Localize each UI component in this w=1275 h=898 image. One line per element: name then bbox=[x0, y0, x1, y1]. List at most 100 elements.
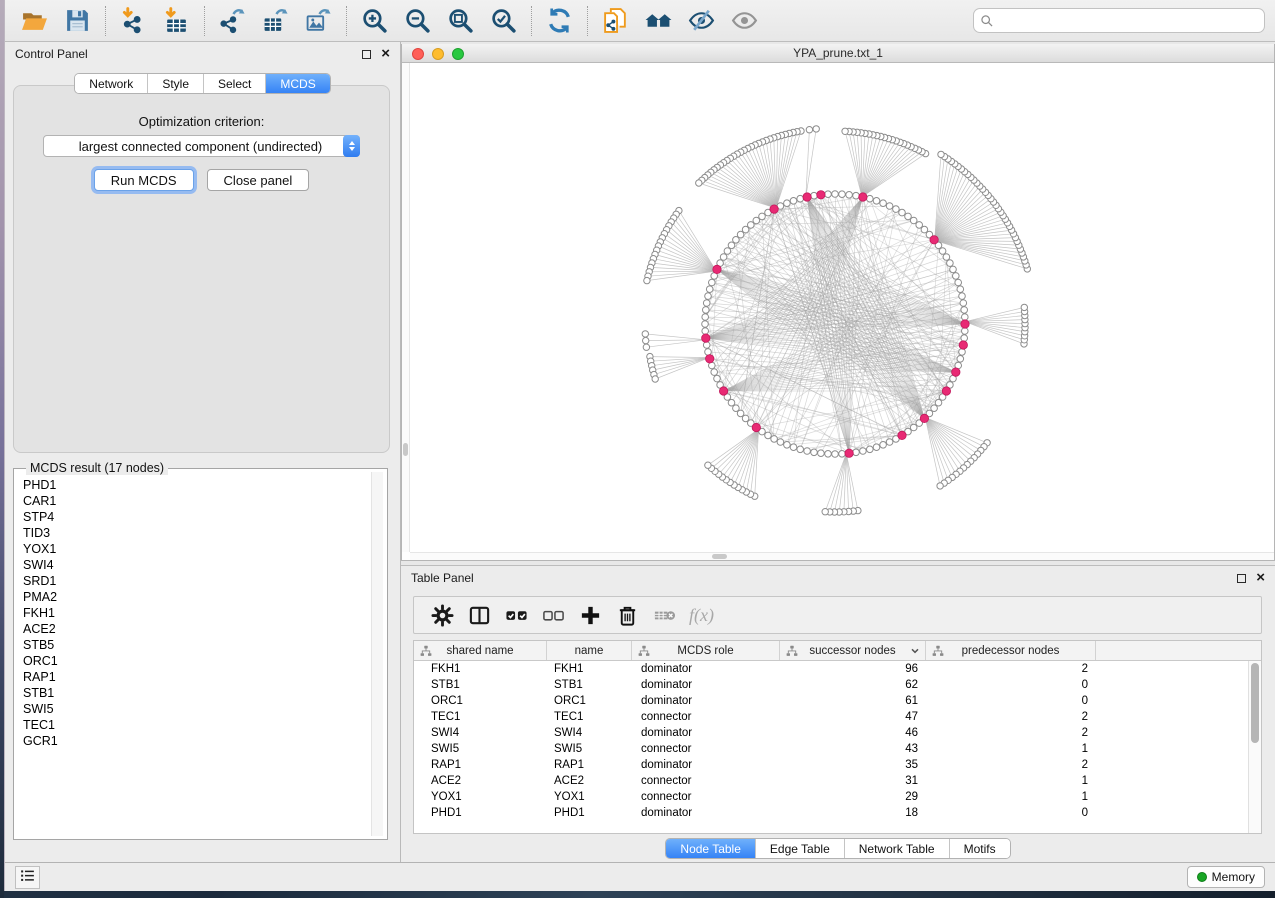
open-icon[interactable] bbox=[21, 7, 48, 34]
table-row[interactable]: ORC1ORC1dominator610 bbox=[414, 693, 1261, 709]
tab-network-table[interactable]: Network Table bbox=[845, 839, 950, 858]
table-row[interactable]: STB1STB1dominator620 bbox=[414, 677, 1261, 693]
mcds-result-list[interactable]: PHD1CAR1STP4TID3YOX1SWI4SRD1PMA2FKH1ACE2… bbox=[14, 469, 387, 749]
mcds-node-item[interactable]: CAR1 bbox=[23, 493, 387, 509]
mcds-node-item[interactable]: STB5 bbox=[23, 637, 387, 653]
export-table-icon[interactable] bbox=[262, 7, 289, 34]
close-table-panel-icon[interactable]: × bbox=[1256, 573, 1265, 583]
network-graph[interactable] bbox=[410, 63, 1268, 553]
column-header-MCDS-role[interactable]: MCDS role bbox=[632, 641, 780, 660]
run-mcds-button[interactable]: Run MCDS bbox=[94, 169, 194, 191]
mcds-node-item[interactable]: ORC1 bbox=[23, 653, 387, 669]
tab-mcds[interactable]: MCDS bbox=[266, 74, 329, 93]
import-network-icon[interactable] bbox=[120, 7, 147, 34]
mcds-result-box: MCDS result (17 nodes) PHD1CAR1STP4TID3Y… bbox=[13, 468, 388, 840]
tree-icon bbox=[932, 645, 944, 657]
toolbar-separator bbox=[346, 6, 347, 36]
memory-button[interactable]: Memory bbox=[1187, 866, 1265, 888]
mcds-node-item[interactable]: ACE2 bbox=[23, 621, 387, 637]
search-input[interactable] bbox=[998, 12, 1258, 30]
control-panel-tabs: NetworkStyleSelectMCDS bbox=[74, 73, 330, 94]
export-image-icon[interactable] bbox=[305, 7, 332, 34]
zoom-selected-icon[interactable] bbox=[490, 7, 517, 34]
column-header-predecessor-nodes[interactable]: predecessor nodes bbox=[926, 641, 1096, 660]
network-window-titlebar[interactable]: YPA_prune.txt_1 bbox=[402, 44, 1274, 63]
mcds-node-item[interactable]: PHD1 bbox=[23, 477, 387, 493]
mcds-node-item[interactable]: SWI4 bbox=[23, 557, 387, 573]
memory-status-icon bbox=[1197, 872, 1207, 882]
mcds-node-item[interactable]: YOX1 bbox=[23, 541, 387, 557]
column-header-successor-nodes[interactable]: successor nodes bbox=[780, 641, 926, 660]
export-network-icon[interactable] bbox=[219, 7, 246, 34]
mcds-node-item[interactable]: TID3 bbox=[23, 525, 387, 541]
delete-column-icon bbox=[653, 604, 676, 627]
import-table-icon[interactable] bbox=[163, 7, 190, 34]
table-scrollbar[interactable] bbox=[1248, 661, 1261, 833]
close-panel-button[interactable]: Close panel bbox=[207, 169, 310, 191]
toolbar-separator bbox=[531, 6, 532, 36]
mcds-node-item[interactable]: GCR1 bbox=[23, 733, 387, 749]
columns-icon[interactable] bbox=[468, 604, 491, 627]
column-header-shared-name[interactable]: shared name bbox=[414, 641, 547, 660]
float-panel-icon[interactable] bbox=[362, 50, 371, 59]
column-header-name[interactable]: name bbox=[547, 641, 632, 660]
first-neighbors-icon[interactable] bbox=[645, 7, 672, 34]
tree-icon bbox=[420, 645, 432, 657]
zoom-in-icon[interactable] bbox=[361, 7, 388, 34]
mcds-node-item[interactable]: FKH1 bbox=[23, 605, 387, 621]
delete-icon[interactable] bbox=[616, 604, 639, 627]
network-canvas[interactable] bbox=[402, 63, 1274, 560]
mcds-node-item[interactable]: TEC1 bbox=[23, 717, 387, 733]
show-all-icon[interactable] bbox=[731, 7, 758, 34]
table-row[interactable]: FKH1FKH1dominator962 bbox=[414, 661, 1261, 677]
criterion-select[interactable]: largest connected component (undirected) bbox=[43, 135, 360, 157]
minimize-window-icon[interactable] bbox=[432, 48, 444, 60]
zoom-out-icon[interactable] bbox=[404, 7, 431, 34]
network-vertical-scrollbar[interactable] bbox=[402, 63, 410, 552]
mcds-node-item[interactable]: SWI5 bbox=[23, 701, 387, 717]
mcds-node-item[interactable]: STB1 bbox=[23, 685, 387, 701]
tab-style[interactable]: Style bbox=[148, 74, 204, 93]
search-icon bbox=[980, 14, 994, 28]
toolbar-separator bbox=[204, 6, 205, 36]
network-window: YPA_prune.txt_1 bbox=[401, 44, 1275, 561]
table-row[interactable]: ACE2ACE2connector311 bbox=[414, 773, 1261, 789]
refresh-icon[interactable] bbox=[546, 7, 573, 34]
mcds-node-item[interactable]: RAP1 bbox=[23, 669, 387, 685]
table-row[interactable]: RAP1RAP1dominator352 bbox=[414, 757, 1261, 773]
clone-network-icon[interactable] bbox=[602, 7, 629, 34]
mcds-node-item[interactable]: SRD1 bbox=[23, 573, 387, 589]
app-window: Control Panel × NetworkStyleSelectMCDS O… bbox=[4, 0, 1275, 891]
tab-node-table[interactable]: Node Table bbox=[666, 839, 756, 858]
network-horizontal-scrollbar[interactable] bbox=[410, 552, 1274, 560]
tab-select[interactable]: Select bbox=[204, 74, 266, 93]
select-stepper-icon bbox=[343, 135, 360, 157]
table-row[interactable]: YOX1YOX1connector291 bbox=[414, 789, 1261, 805]
float-table-panel-icon[interactable] bbox=[1237, 574, 1246, 583]
add-icon[interactable] bbox=[579, 604, 602, 627]
select-all-icon[interactable] bbox=[505, 604, 528, 627]
search-box[interactable] bbox=[973, 8, 1265, 33]
save-icon[interactable] bbox=[64, 7, 91, 34]
maximize-window-icon[interactable] bbox=[452, 48, 464, 60]
table-row[interactable]: SWI5SWI5connector431 bbox=[414, 741, 1261, 757]
mcds-node-item[interactable]: STP4 bbox=[23, 509, 387, 525]
mcds-list-scrollbar[interactable] bbox=[371, 472, 383, 836]
deselect-all-icon[interactable] bbox=[542, 604, 565, 627]
gear-icon[interactable] bbox=[431, 604, 454, 627]
close-panel-icon[interactable]: × bbox=[381, 49, 390, 59]
mcds-result-title: MCDS result (17 nodes) bbox=[26, 461, 168, 475]
show-panels-button[interactable] bbox=[15, 866, 40, 889]
mcds-node-item[interactable]: PMA2 bbox=[23, 589, 387, 605]
tab-motifs[interactable]: Motifs bbox=[950, 839, 1010, 858]
fx-icon: f(x) bbox=[690, 604, 713, 627]
table-row[interactable]: PHD1PHD1dominator180 bbox=[414, 805, 1261, 821]
zoom-fit-icon[interactable] bbox=[447, 7, 474, 34]
tab-edge-table[interactable]: Edge Table bbox=[756, 839, 845, 858]
table-row[interactable]: SWI4SWI4dominator462 bbox=[414, 725, 1261, 741]
tab-network[interactable]: Network bbox=[75, 74, 148, 93]
node-table: shared namenameMCDS rolesuccessor nodesp… bbox=[413, 640, 1262, 834]
close-window-icon[interactable] bbox=[412, 48, 424, 60]
table-row[interactable]: TEC1TEC1connector472 bbox=[414, 709, 1261, 725]
hide-selected-icon[interactable] bbox=[688, 7, 715, 34]
